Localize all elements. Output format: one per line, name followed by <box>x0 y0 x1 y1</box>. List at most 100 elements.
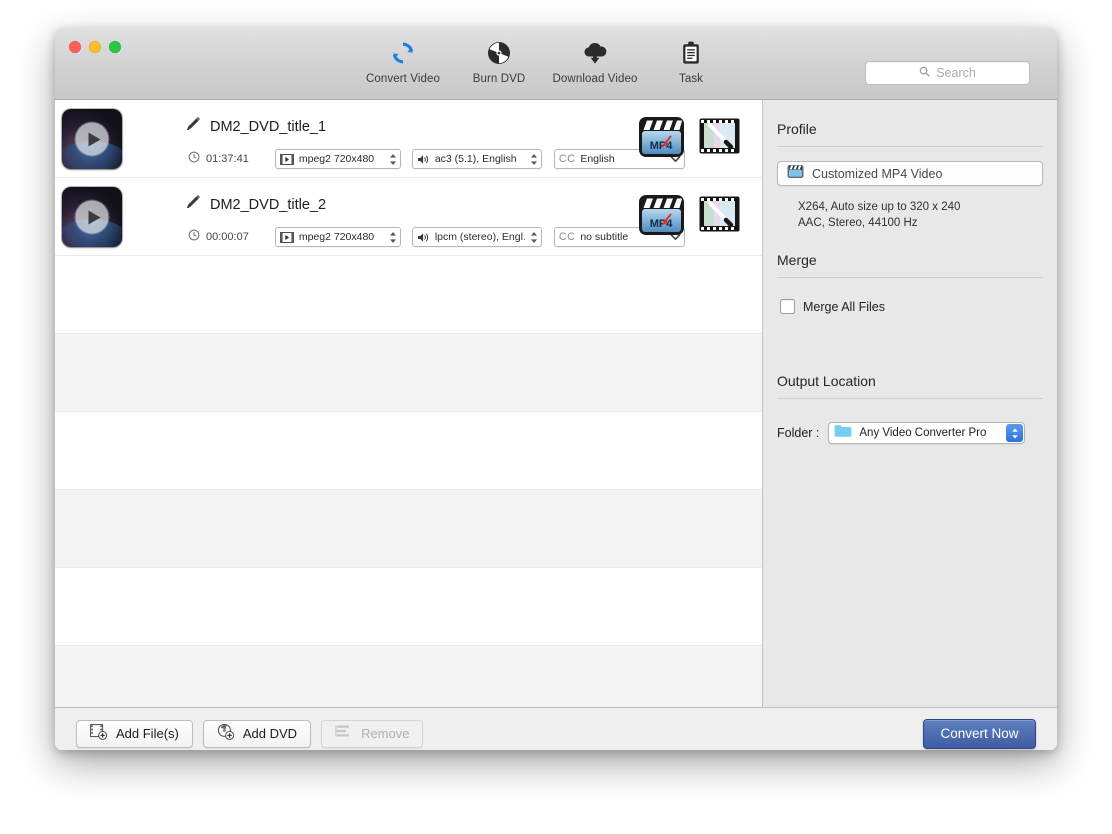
table-row[interactable]: DM2_DVD_title_2 00:00:07 mpeg2 720x480 l… <box>55 178 762 256</box>
output-folder-value: Any Video Converter Pro <box>859 427 987 439</box>
video-thumbnail[interactable] <box>62 109 122 169</box>
convert-now-label: Convert Now <box>940 726 1019 741</box>
add-dvd-label: Add DVD <box>242 726 298 741</box>
file-duration: 01:37:41 <box>206 153 249 165</box>
profile-selected-value: Customized MP4 Video <box>812 166 943 181</box>
profile-details-audio: AAC, Stereo, 44100 Hz <box>798 217 918 229</box>
sidebar: Profile Customized MP4 Video X264, Auto … <box>762 100 1057 707</box>
profile-details-video: X264, Auto size up to 320 x 240 <box>798 201 961 213</box>
minimize-button[interactable] <box>89 41 101 53</box>
main-body: DM2_DVD_title_1 01:37:41 mpeg2 720x480 a… <box>55 100 1057 707</box>
output-folder-select[interactable]: Any Video Converter Pro <box>828 422 1026 444</box>
add-dvd-icon <box>217 723 234 745</box>
stepper-icon[interactable] <box>525 231 538 244</box>
file-name: DM2_DVD_title_2 <box>210 196 327 213</box>
mp4-clapperboard-icon[interactable]: MP4 <box>638 114 685 158</box>
toolbar-items: Convert Video Burn DVD Download Video Ta… <box>355 38 739 85</box>
task-icon <box>679 38 703 68</box>
empty-row <box>55 568 762 646</box>
video-stream-select[interactable]: mpeg2 720x480 <box>274 149 401 169</box>
merge-all-files-checkbox[interactable] <box>780 299 795 314</box>
toolbar-item-label: Convert Video <box>366 73 440 85</box>
file-name: DM2_DVD_title_1 <box>210 118 327 135</box>
file-duration: 00:00:07 <box>206 231 249 243</box>
divider <box>777 146 1043 147</box>
audio-stream-select[interactable]: lpcm (stereo), Engl… <box>411 227 542 247</box>
search-icon <box>919 64 930 82</box>
empty-row <box>55 490 762 568</box>
download-video-icon <box>581 38 609 68</box>
profile-details: X264, Auto size up to 320 x 240 AAC, Ste… <box>798 199 1057 231</box>
toolbar-item-burn-dvd[interactable]: Burn DVD <box>451 38 547 85</box>
zoom-button[interactable] <box>109 41 121 53</box>
merge-all-files-row[interactable]: Merge All Files <box>780 299 1057 314</box>
row-action-icons: MP4 <box>638 114 740 158</box>
file-title-line: DM2_DVD_title_1 <box>185 116 326 137</box>
empty-row <box>55 334 762 412</box>
search-placeholder: Search <box>936 66 976 80</box>
stepper-icon[interactable] <box>384 153 397 166</box>
remove-label: Remove <box>361 726 410 741</box>
add-files-label: Add File(s) <box>116 726 179 741</box>
video-track-icon <box>279 153 294 165</box>
toolbar-item-task[interactable]: Task <box>643 38 739 85</box>
film-wand-edit-icon[interactable] <box>699 195 740 233</box>
audio-stream-value: lpcm (stereo), Engl… <box>434 231 525 243</box>
subtitle-value: no subtitle <box>580 231 629 243</box>
toolbar-item-label: Task <box>678 73 704 85</box>
video-stream-select[interactable]: mpeg2 720x480 <box>274 227 401 247</box>
audio-stream-value: ac3 (5.1), English <box>434 153 517 165</box>
app-window: Convert Video Burn DVD Download Video Ta… <box>55 28 1057 750</box>
folder-icon <box>834 424 852 443</box>
remove-button[interactable]: Remove <box>321 719 424 748</box>
search-input[interactable]: Search <box>865 61 1030 85</box>
toolbar-item-convert-video[interactable]: Convert Video <box>355 38 451 85</box>
video-stream-value: mpeg2 720x480 <box>298 231 375 243</box>
profile-select-button[interactable]: Customized MP4 Video <box>777 161 1043 186</box>
empty-row <box>55 646 762 707</box>
divider <box>777 277 1043 278</box>
video-stream-value: mpeg2 720x480 <box>298 153 375 165</box>
clock-icon <box>188 228 200 246</box>
stepper-icon[interactable] <box>1006 424 1024 442</box>
merge-all-files-label: Merge All Files <box>803 299 885 314</box>
add-file-icon <box>90 723 108 745</box>
file-list[interactable]: DM2_DVD_title_1 01:37:41 mpeg2 720x480 a… <box>55 100 762 707</box>
profile-clapperboard-icon <box>787 163 804 184</box>
play-icon[interactable] <box>75 122 109 156</box>
empty-row <box>55 256 762 334</box>
toolbar-item-label: Download Video <box>552 73 638 85</box>
audio-stream-select[interactable]: ac3 (5.1), English <box>411 149 542 169</box>
table-row[interactable]: DM2_DVD_title_1 01:37:41 mpeg2 720x480 a… <box>55 100 762 178</box>
output-folder-row: Folder : Any Video Converter Pro <box>777 422 1057 444</box>
merge-heading: Merge <box>777 252 817 268</box>
cc-label: CC <box>558 231 576 243</box>
toolbar-item-download-video[interactable]: Download Video <box>547 38 643 85</box>
file-title-line: DM2_DVD_title_2 <box>185 194 326 215</box>
add-files-button[interactable]: Add File(s) <box>76 719 193 748</box>
subtitle-value: English <box>580 153 615 165</box>
output-location-heading: Output Location <box>777 373 876 389</box>
stepper-icon[interactable] <box>384 231 397 244</box>
video-thumbnail[interactable] <box>62 187 122 247</box>
convert-video-icon <box>390 38 416 68</box>
profile-heading: Profile <box>777 121 817 137</box>
bottom-toolbar: Add File(s) Add DVD Remove Convert Now <box>55 707 1057 750</box>
toolbar: Convert Video Burn DVD Download Video Ta… <box>55 28 1057 100</box>
file-meta-line: 01:37:41 mpeg2 720x480 ac3 (5.1), Englis… <box>188 149 685 169</box>
film-wand-edit-icon[interactable] <box>699 117 740 155</box>
play-icon[interactable] <box>75 200 109 234</box>
video-track-icon <box>279 231 294 243</box>
stepper-icon[interactable] <box>525 153 538 166</box>
row-action-icons: MP4 <box>638 192 740 236</box>
close-button[interactable] <box>69 41 81 53</box>
edit-pencil-icon[interactable] <box>185 116 201 137</box>
edit-pencil-icon[interactable] <box>185 194 201 215</box>
file-meta-line: 00:00:07 mpeg2 720x480 lpcm (stereo), En… <box>188 227 685 247</box>
divider <box>777 398 1043 399</box>
mp4-clapperboard-icon[interactable]: MP4 <box>638 192 685 236</box>
clock-icon <box>188 150 200 168</box>
add-dvd-button[interactable]: Add DVD <box>202 719 312 748</box>
window-controls <box>69 41 121 53</box>
convert-now-button[interactable]: Convert Now <box>923 718 1036 749</box>
